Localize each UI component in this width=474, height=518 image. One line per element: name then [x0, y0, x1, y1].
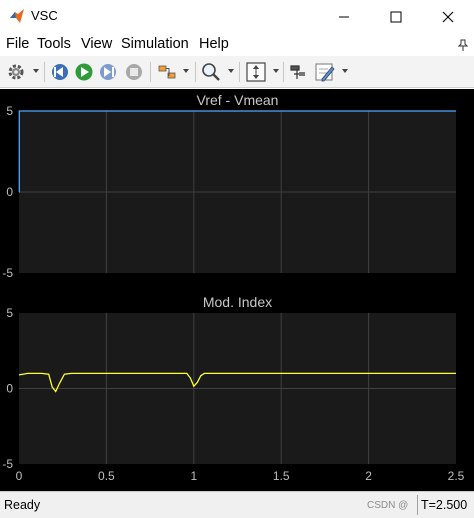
step-back-button[interactable] — [50, 61, 70, 83]
y-tick-label: 0 — [6, 185, 13, 199]
step-forward-button[interactable] — [98, 61, 118, 83]
fit-icon — [246, 62, 266, 82]
menu-help[interactable]: Help — [199, 36, 229, 52]
pin-icon[interactable] — [458, 39, 468, 51]
stop-icon — [126, 64, 142, 80]
y-tick-label: -5 — [2, 457, 13, 471]
x-tick-label: 1 — [190, 469, 197, 483]
chevron-down-icon[interactable] — [342, 69, 348, 73]
properties-icon — [315, 63, 335, 82]
properties-button[interactable] — [314, 61, 336, 83]
menu-file[interactable]: File — [6, 36, 29, 52]
x-tick-label: 2 — [365, 469, 372, 483]
scope-display: Vref - Vmean 5 0 -5 Mod. Index 5 0 -5 0 0.5 1 1.5 2 2… — [0, 89, 474, 491]
chevron-down-icon[interactable] — [228, 69, 234, 73]
step-back-icon — [52, 64, 68, 80]
toolbar-divider — [239, 62, 240, 82]
chevron-down-icon[interactable] — [183, 69, 189, 73]
maximize-button[interactable] — [370, 0, 422, 33]
highlight-button[interactable] — [157, 61, 177, 83]
plot-title: Mod. Index — [203, 294, 272, 310]
y-tick-label: -5 — [2, 266, 13, 280]
toolbar — [0, 56, 474, 88]
settings-button[interactable] — [6, 61, 26, 83]
title-bar: VSC — [0, 0, 474, 33]
x-tick-label: 0 — [16, 469, 23, 483]
run-icon — [75, 63, 93, 81]
y-tick-label: 5 — [6, 104, 13, 118]
x-tick-label: 2.5 — [448, 469, 465, 483]
status-divider — [417, 495, 418, 515]
menu-bar: File Tools View Simulation Help — [0, 33, 474, 56]
y-tick-label: 0 — [6, 382, 13, 396]
chevron-down-icon[interactable] — [273, 69, 279, 73]
close-button[interactable] — [422, 0, 474, 33]
highlight-icon — [158, 65, 176, 79]
y-tick-label: 5 — [6, 306, 13, 320]
zoom-icon — [202, 63, 220, 81]
toolbar-divider — [283, 62, 284, 82]
toolbar-divider — [44, 62, 45, 82]
minimize-button[interactable] — [318, 0, 370, 33]
scope-plots[interactable]: Vref - Vmean50-5Mod. Index50-50 0.5 1 1.5 2 2… — [0, 89, 474, 491]
cursor-measure-button[interactable] — [288, 61, 308, 83]
menu-tools[interactable]: Tools — [37, 36, 71, 52]
matlab-app-icon — [10, 9, 24, 23]
status-text: Ready — [4, 498, 41, 512]
plot-title: Vref - Vmean — [197, 92, 279, 108]
simulation-time: T=2.500 — [421, 498, 468, 512]
stop-button[interactable] — [124, 61, 144, 83]
close-icon — [442, 11, 454, 23]
toolbar-divider — [150, 62, 151, 82]
x-tick-label: 1.5 — [273, 469, 290, 483]
cursor-measure-icon — [290, 65, 305, 79]
zoom-button[interactable] — [201, 61, 221, 83]
run-button[interactable] — [74, 61, 94, 83]
toolbar-divider — [195, 62, 196, 82]
gear-icon — [8, 64, 24, 80]
maximize-icon — [390, 11, 402, 23]
chevron-down-icon[interactable] — [33, 69, 39, 73]
step-forward-icon — [100, 64, 116, 80]
menu-view[interactable]: View — [81, 36, 112, 52]
menu-simulation[interactable]: Simulation — [121, 36, 189, 52]
window-title: VSC — [31, 8, 58, 23]
watermark: CSDN @ — [367, 500, 409, 511]
fit-to-view-button[interactable] — [245, 61, 267, 83]
x-tick-label: 0.5 — [98, 469, 115, 483]
minimize-icon — [339, 16, 349, 18]
